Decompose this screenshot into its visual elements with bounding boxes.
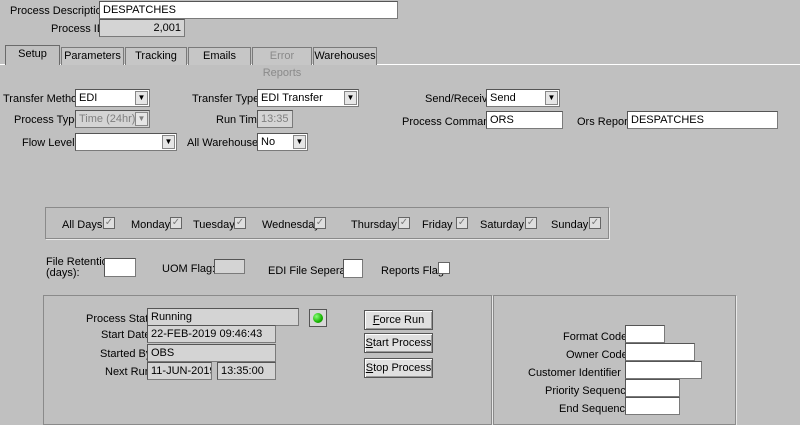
- transfer-type-value: EDI Transfer: [261, 92, 323, 104]
- tab-emails[interactable]: Emails: [188, 47, 251, 65]
- chevron-down-icon: ▼: [545, 91, 558, 105]
- thursday-checkbox[interactable]: ✓: [398, 217, 410, 229]
- tab-tracking[interactable]: Tracking: [125, 47, 187, 65]
- chevron-down-icon: ▼: [135, 91, 148, 105]
- all-days-checkbox[interactable]: ✓: [103, 217, 115, 229]
- next-run-date-field: 11-JUN-2019: [147, 362, 212, 380]
- start-process-button[interactable]: Start Process: [364, 333, 433, 353]
- flow-level-label: Flow Level :: [22, 137, 81, 149]
- friday-label: Friday :: [422, 219, 459, 231]
- edi-separator-input[interactable]: [343, 259, 363, 278]
- end-sequence-input[interactable]: [625, 397, 680, 415]
- uom-flag-label: UOM Flag:: [162, 263, 216, 275]
- owner-code-input[interactable]: [625, 343, 695, 361]
- chevron-down-icon: ▼: [344, 91, 357, 105]
- wednesday-checkbox[interactable]: ✓: [314, 217, 326, 229]
- tab-warehouses[interactable]: Warehouses: [313, 47, 377, 65]
- transfer-type-select[interactable]: EDI Transfer ▼: [257, 89, 359, 107]
- format-code-input[interactable]: [625, 325, 665, 343]
- send-receive-select[interactable]: Send ▼: [486, 89, 560, 107]
- all-warehouses-value: No: [261, 136, 276, 148]
- tuesday-checkbox[interactable]: ✓: [234, 217, 246, 229]
- status-indicator-icon: [309, 309, 327, 327]
- transfer-method-value: EDI: [79, 92, 98, 104]
- started-by-field: OBS: [147, 344, 276, 362]
- run-time-field[interactable]: 13:35: [257, 110, 293, 128]
- flow-level-select[interactable]: ▼: [75, 133, 177, 151]
- start-date-field: 22-FEB-2019 09:46:43: [147, 325, 276, 343]
- start-process-accelerator: S: [365, 337, 373, 349]
- file-retention-input[interactable]: [104, 258, 136, 277]
- stop-process-label: top Process: [373, 362, 432, 374]
- priority-sequence-input[interactable]: [625, 379, 680, 397]
- format-code-label: Format Code :: [563, 331, 634, 343]
- sunday-label: Sunday :: [551, 219, 595, 231]
- uom-flag-field: [214, 259, 245, 274]
- next-run-time-field: 13:35:00: [217, 362, 276, 380]
- status-light-icon: [313, 313, 323, 323]
- send-receive-value: Send: [490, 92, 516, 104]
- tab-setup[interactable]: Setup: [5, 45, 60, 65]
- force-run-accelerator: F: [372, 314, 380, 326]
- customer-identifier-label: Customer Identifier :: [528, 367, 628, 379]
- friday-checkbox[interactable]: ✓: [456, 217, 468, 229]
- transfer-method-select[interactable]: EDI ▼: [75, 89, 150, 107]
- monday-checkbox[interactable]: ✓: [170, 217, 182, 229]
- saturday-label: Saturday :: [480, 219, 531, 231]
- start-process-label: tart Process: [372, 337, 432, 349]
- file-retention-days-label: (days):: [46, 267, 80, 279]
- transfer-type-label: Transfer Type :: [192, 93, 266, 105]
- priority-sequence-label: Priority Sequence :: [545, 385, 638, 397]
- thursday-label: Thursday :: [351, 219, 403, 231]
- force-run-label: orce Run: [379, 314, 425, 326]
- sunday-checkbox[interactable]: ✓: [589, 217, 601, 229]
- tab-parameters[interactable]: Parameters: [61, 47, 124, 65]
- process-id-field: 2,001: [99, 19, 185, 37]
- all-warehouses-select[interactable]: No ▼: [257, 133, 308, 151]
- process-command-input[interactable]: ORS: [486, 111, 563, 129]
- reports-flag-checkbox[interactable]: [438, 262, 450, 274]
- owner-code-label: Owner Code :: [566, 349, 634, 361]
- saturday-checkbox[interactable]: ✓: [525, 217, 537, 229]
- chevron-down-icon: ▼: [135, 112, 148, 126]
- tab-error-reports[interactable]: Error Reports: [252, 47, 312, 79]
- chevron-down-icon: ▼: [162, 135, 175, 149]
- force-run-button[interactable]: Force Run: [364, 310, 433, 330]
- ors-report-input[interactable]: DESPATCHES: [627, 111, 778, 129]
- process-state-field: Running: [147, 308, 299, 326]
- chevron-down-icon: ▼: [293, 135, 306, 149]
- process-description-input[interactable]: DESPATCHES: [99, 1, 398, 19]
- stop-process-button[interactable]: Stop Process: [364, 358, 433, 378]
- process-type-select[interactable]: Time (24hr) ▼: [75, 110, 150, 128]
- all-days-label: All Days :: [62, 219, 109, 231]
- process-type-value: Time (24hr): [79, 113, 136, 125]
- customer-identifier-input[interactable]: [625, 361, 702, 379]
